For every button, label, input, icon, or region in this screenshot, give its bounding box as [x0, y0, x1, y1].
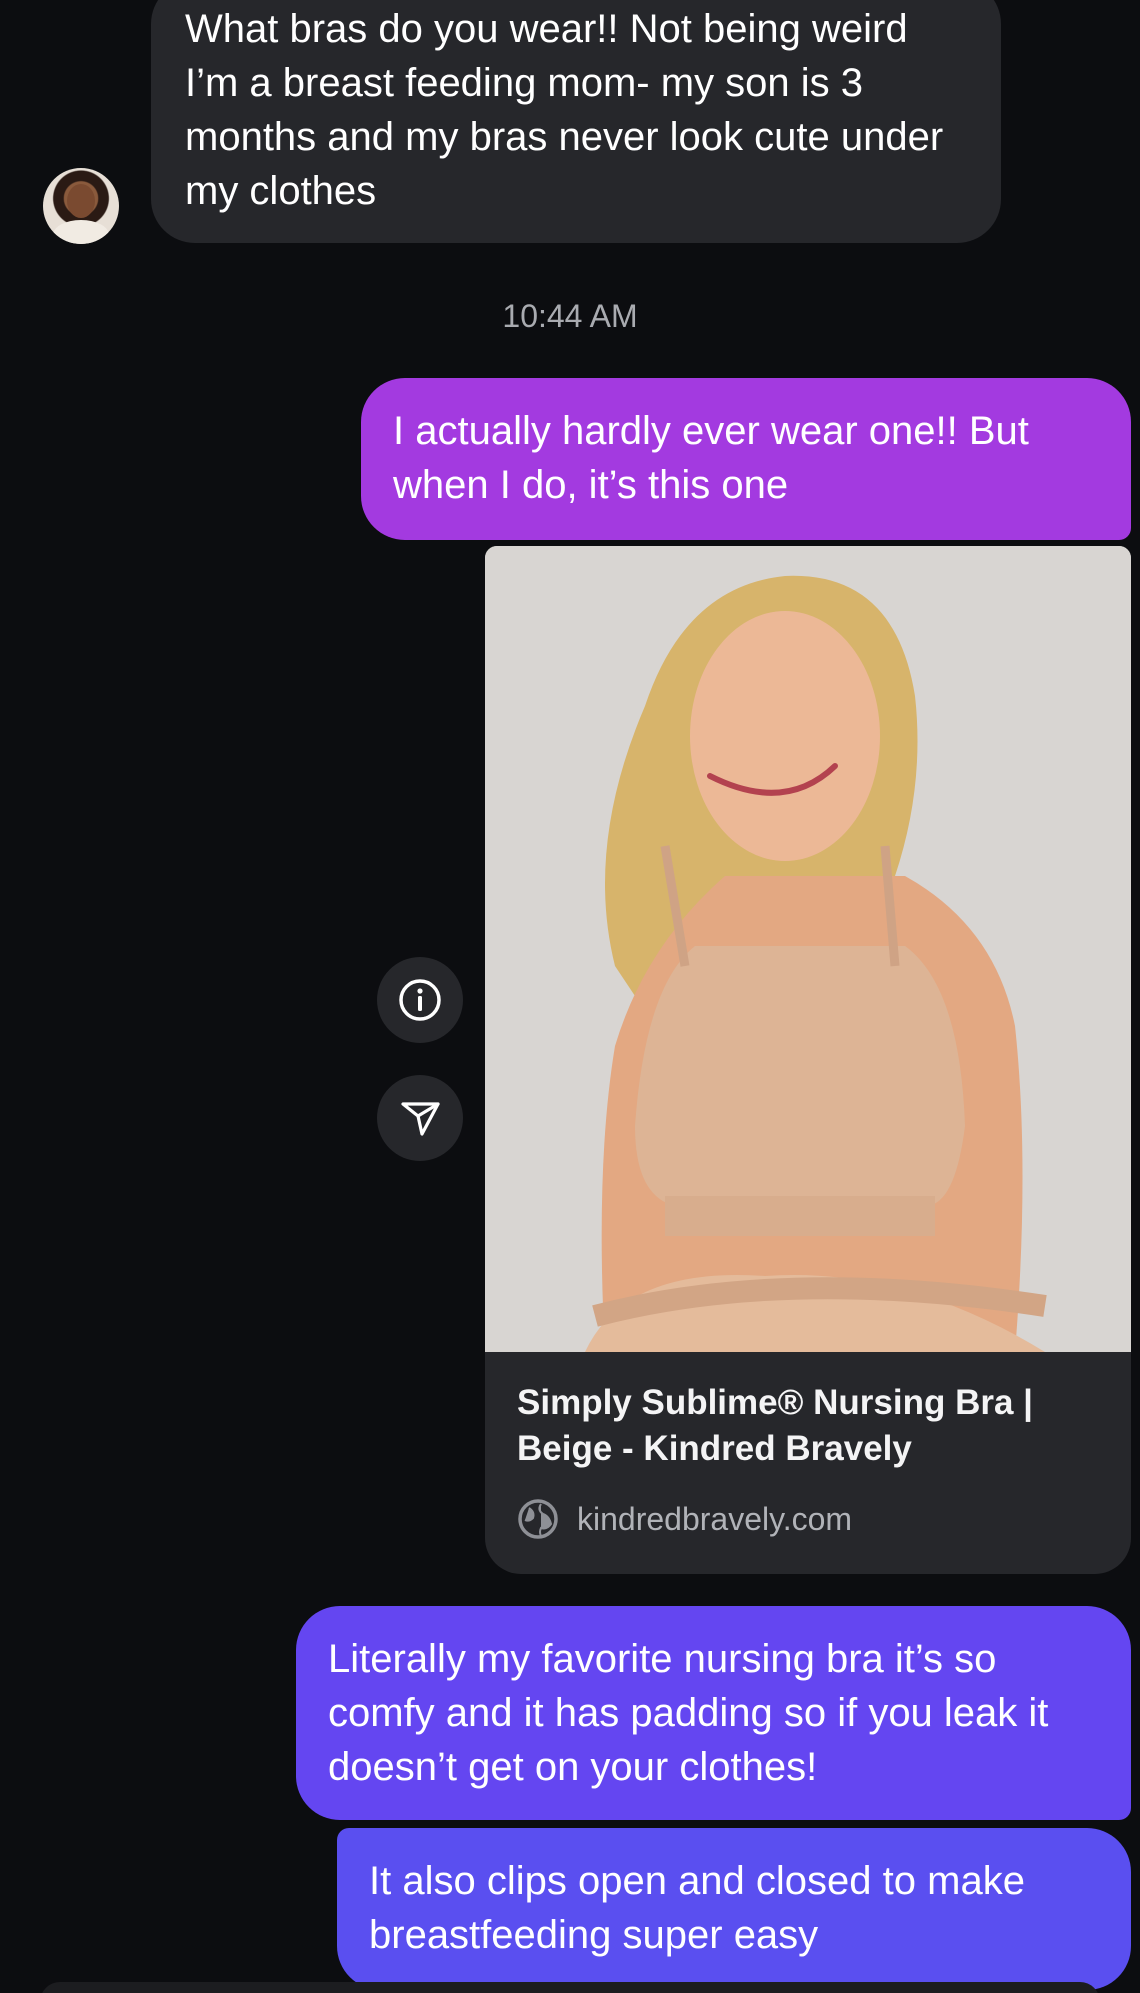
link-preview-card[interactable]: Simply Sublime® Nursing Bra | Beige - Ki…	[485, 546, 1131, 1574]
info-icon	[399, 979, 441, 1021]
info-button[interactable]	[377, 957, 463, 1043]
globe-icon	[518, 1499, 558, 1539]
outgoing-message-bubble-2[interactable]: Literally my favorite nursing bra it’s s…	[296, 1606, 1131, 1820]
message-composer-edge	[40, 1982, 1100, 1993]
link-domain: kindredbravely.com	[577, 1500, 853, 1537]
contact-avatar[interactable]	[43, 168, 119, 244]
outgoing-message-bubble-1[interactable]: I actually hardly ever wear one!! But wh…	[361, 378, 1131, 540]
link-preview-info[interactable]: Simply Sublime® Nursing Bra | Beige - Ki…	[485, 1352, 1131, 1574]
incoming-message-bubble[interactable]: What bras do you wear!! Not being weird …	[151, 0, 1001, 243]
outgoing-message-bubble-3[interactable]: It also clips open and closed to make br…	[337, 1828, 1131, 1990]
incoming-message-text: What bras do you wear!! Not being weird …	[185, 7, 944, 213]
message-timestamp: 10:44 AM	[502, 298, 638, 334]
outgoing-message-text-2: Literally my favorite nursing bra it’s s…	[328, 1637, 1049, 1789]
outgoing-message-text-1: I actually hardly ever wear one!! But wh…	[393, 409, 1029, 507]
share-icon	[401, 1102, 440, 1136]
product-photo[interactable]	[485, 546, 1131, 1352]
avatar-shirt	[53, 220, 109, 244]
outgoing-message-text-3: It also clips open and closed to make br…	[369, 1859, 1025, 1957]
link-title: Simply Sublime® Nursing Bra | Beige - Ki…	[517, 1383, 1033, 1468]
avatar-face	[67, 184, 95, 218]
link-domain-row: kindredbravely.com	[517, 1498, 1099, 1540]
product-photo-art	[485, 546, 1131, 1352]
share-button[interactable]	[377, 1075, 463, 1161]
